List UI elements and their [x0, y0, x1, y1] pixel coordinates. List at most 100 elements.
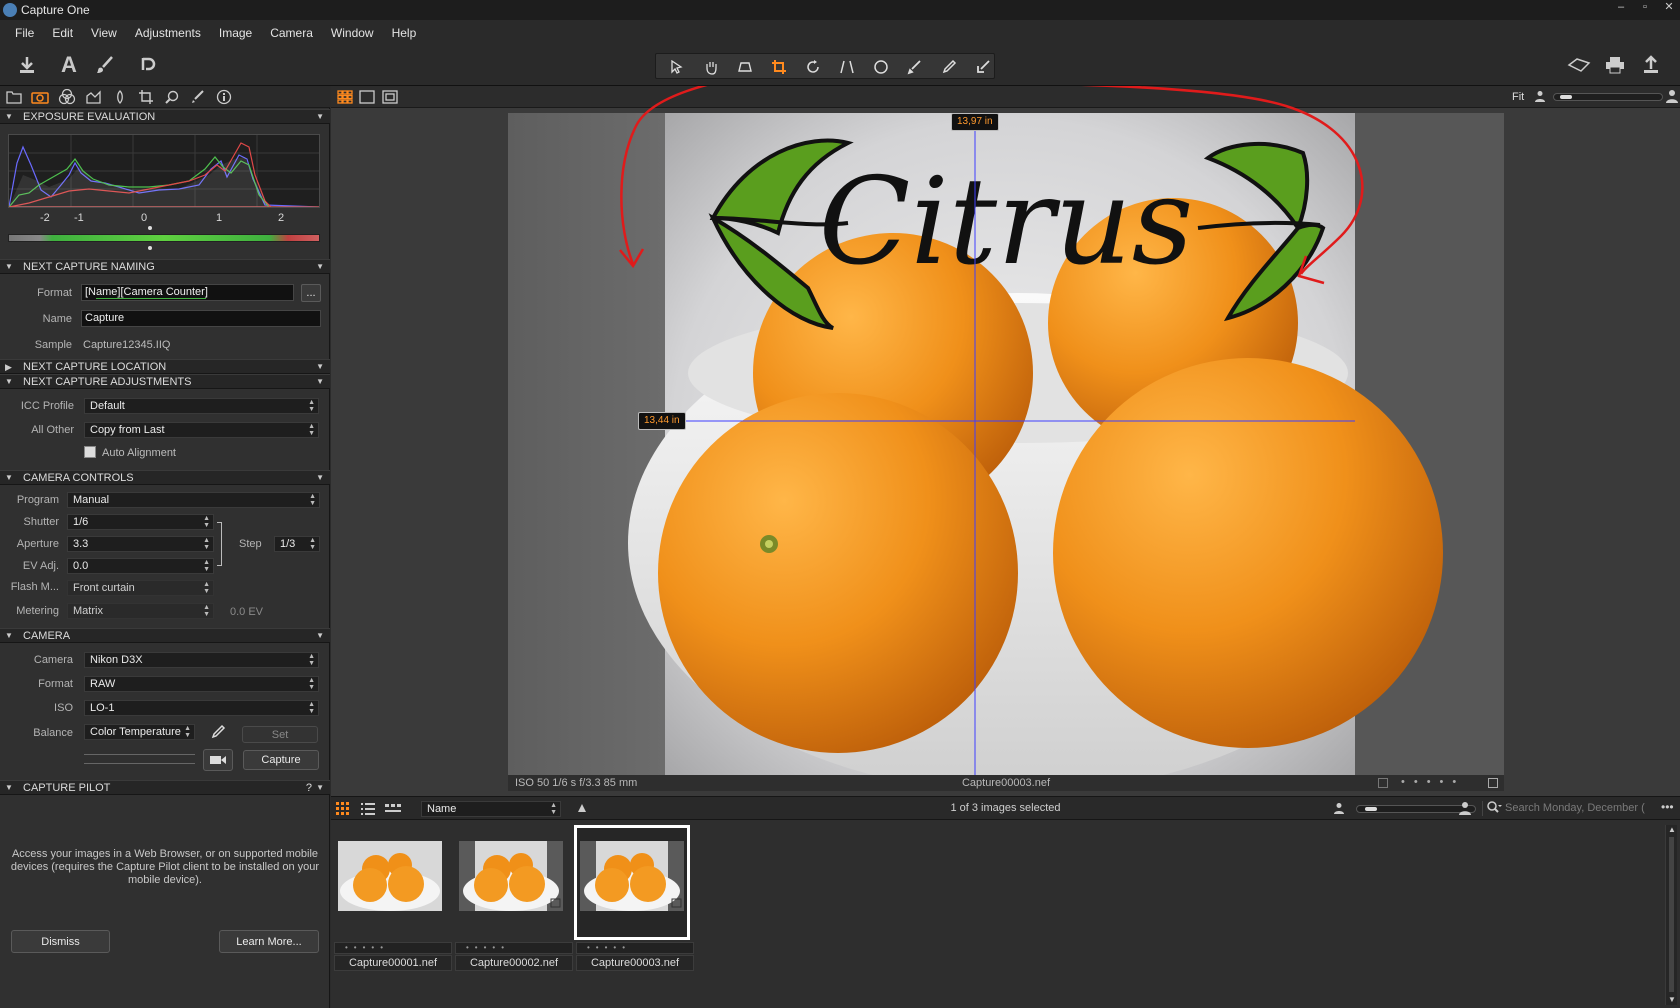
close-button[interactable]: ✕: [1658, 0, 1680, 14]
balance-slider[interactable]: [84, 754, 195, 764]
loupe-icon[interactable]: [732, 56, 758, 78]
export-icon[interactable]: [1638, 52, 1664, 78]
browser-scrollbar[interactable]: ▲ ▼: [1665, 825, 1677, 1005]
text-annotation-icon[interactable]: A: [56, 52, 82, 78]
dismiss-button[interactable]: Dismiss: [11, 930, 110, 953]
color-picker-icon[interactable]: [936, 56, 962, 78]
step-stepper[interactable]: 1/3 ▲ ▼: [274, 536, 320, 552]
scroll-down-icon[interactable]: ▼: [1668, 995, 1676, 1004]
icc-profile-dropdown[interactable]: Default ▲ ▼: [84, 398, 319, 414]
thumbnail-rating[interactable]: •••••: [334, 942, 452, 954]
section-menu-icon[interactable]: ▼: [316, 110, 324, 124]
search-box[interactable]: Search Monday, December (: [1482, 801, 1652, 816]
adjustments-tab-icon[interactable]: [188, 88, 208, 106]
tool-tabs: [0, 86, 330, 108]
auto-alignment-checkbox[interactable]: [84, 446, 96, 458]
thumbnail-item[interactable]: ••••• Capture00001.nef: [334, 825, 452, 973]
learn-more-button[interactable]: Learn More...: [219, 930, 319, 953]
next-capture-location-header[interactable]: ▶ NEXT CAPTURE LOCATION ▼: [0, 359, 330, 374]
print-icon[interactable]: [1602, 52, 1628, 78]
capture-button[interactable]: Capture: [243, 750, 319, 770]
menu-camera[interactable]: Camera: [261, 26, 322, 40]
scroll-thumb[interactable]: [1669, 837, 1674, 992]
section-menu-icon[interactable]: ▼: [316, 471, 324, 485]
next-capture-naming-header[interactable]: ▼ NEXT CAPTURE NAMING ▼: [0, 259, 330, 274]
copy-apply-icon[interactable]: [970, 56, 996, 78]
aperture-stepper[interactable]: 3.3 ▲ ▼: [67, 536, 214, 552]
keystone-icon[interactable]: [834, 56, 860, 78]
brush-icon[interactable]: [92, 52, 118, 78]
capture-pilot-header[interactable]: ▼ CAPTURE PILOT ? ▼: [0, 780, 330, 795]
exposure-tab-icon[interactable]: [84, 88, 104, 106]
thumbnail-rating[interactable]: •••••: [455, 942, 573, 954]
import-icon[interactable]: [14, 52, 40, 78]
library-tab-icon[interactable]: [4, 88, 24, 106]
color-tag-icon[interactable]: [1378, 778, 1388, 788]
metadata-tab-icon[interactable]: [214, 88, 234, 106]
metering-dropdown[interactable]: Matrix ▲ ▼: [67, 603, 214, 619]
menu-window[interactable]: Window: [322, 26, 383, 40]
shutter-stepper[interactable]: 1/6 ▲ ▼: [67, 514, 214, 530]
crop-icon[interactable]: [766, 56, 792, 78]
exposure-evaluation-header[interactable]: ▼ EXPOSURE EVALUATION ▼: [0, 109, 330, 124]
help-icon[interactable]: ?: [306, 781, 312, 795]
format-more-button[interactable]: ...: [301, 284, 321, 302]
details-tab-icon[interactable]: [162, 88, 182, 106]
pan-hand-icon[interactable]: [698, 56, 724, 78]
spot-removal-icon[interactable]: [868, 56, 894, 78]
thumbnail-size-handle[interactable]: [1365, 807, 1377, 811]
section-menu-icon[interactable]: ▼: [316, 360, 324, 374]
set-button[interactable]: Set: [242, 726, 318, 743]
thumbnail-item[interactable]: ••••• Capture00002.nef: [455, 825, 573, 973]
scroll-up-icon[interactable]: ▲: [1668, 825, 1676, 834]
maximize-button[interactable]: ▫: [1634, 0, 1656, 14]
rating-dots[interactable]: •••••: [1401, 774, 1465, 790]
compare-icon[interactable]: [1566, 52, 1592, 78]
rotate-icon[interactable]: [800, 56, 826, 78]
menu-view[interactable]: View: [82, 26, 126, 40]
program-dropdown[interactable]: Manual ▲ ▼: [67, 492, 320, 508]
next-capture-adjustments-header[interactable]: ▼ NEXT CAPTURE ADJUSTMENTS ▼: [0, 374, 330, 389]
camera-dropdown[interactable]: Nikon D3X ▲ ▼: [84, 652, 319, 668]
capture-tab-icon[interactable]: [30, 88, 50, 106]
section-menu-icon[interactable]: ▼: [316, 781, 324, 795]
composition-tab-icon[interactable]: [136, 88, 156, 106]
collapse-triangle-icon: ▼: [5, 262, 13, 271]
camera-controls-header[interactable]: ▼ CAMERA CONTROLS ▼: [0, 470, 330, 485]
section-menu-icon[interactable]: ▼: [316, 260, 324, 274]
lens-tab-icon[interactable]: [110, 88, 130, 106]
browser-menu-icon[interactable]: •••: [1661, 800, 1674, 814]
section-menu-icon[interactable]: ▼: [316, 629, 324, 643]
menu-adjustments[interactable]: Adjustments: [126, 26, 210, 40]
search-input[interactable]: Search Monday, December (: [1505, 802, 1651, 814]
info-overlay-icon[interactable]: [1488, 778, 1498, 788]
iso-dropdown[interactable]: LO-1 ▲ ▼: [84, 700, 319, 716]
thumbnail-item-selected[interactable]: ••••• Capture00003.nef: [574, 825, 694, 973]
select-cursor-icon[interactable]: [664, 56, 690, 78]
aperture-label: Aperture: [16, 538, 59, 550]
white-balance-picker-icon[interactable]: [208, 723, 228, 741]
thumbnail-rating[interactable]: •••••: [576, 942, 694, 954]
name-field[interactable]: Capture: [81, 310, 321, 327]
camera-header[interactable]: ▼ CAMERA ▼: [0, 628, 330, 643]
undo-icon[interactable]: [134, 52, 160, 78]
menu-image[interactable]: Image: [210, 26, 261, 40]
color-tab-icon[interactable]: [57, 88, 77, 106]
draw-mask-icon[interactable]: [902, 56, 928, 78]
spinner-icon: ▲ ▼: [203, 515, 210, 529]
all-other-dropdown[interactable]: Copy from Last ▲ ▼: [84, 422, 319, 438]
live-view-button[interactable]: [203, 749, 233, 771]
spinner-icon: ▲ ▼: [203, 537, 210, 551]
menu-file[interactable]: File: [6, 26, 43, 40]
step-bracket: [217, 522, 222, 566]
menu-help[interactable]: Help: [383, 26, 426, 40]
section-menu-icon[interactable]: ▼: [316, 375, 324, 389]
camera-format-dropdown[interactable]: RAW ▲ ▼: [84, 676, 319, 692]
format-field[interactable]: [Name][Camera Counter]: [81, 284, 294, 301]
balance-dropdown[interactable]: Color Temperature ▲ ▼: [84, 724, 195, 740]
minimize-button[interactable]: –: [1610, 0, 1632, 14]
menu-edit[interactable]: Edit: [43, 26, 82, 40]
flash-mode-dropdown[interactable]: Front curtain ▲ ▼: [67, 580, 214, 596]
person-small-icon: [1333, 802, 1345, 817]
ev-adj-stepper[interactable]: 0.0 ▲ ▼: [67, 558, 214, 574]
